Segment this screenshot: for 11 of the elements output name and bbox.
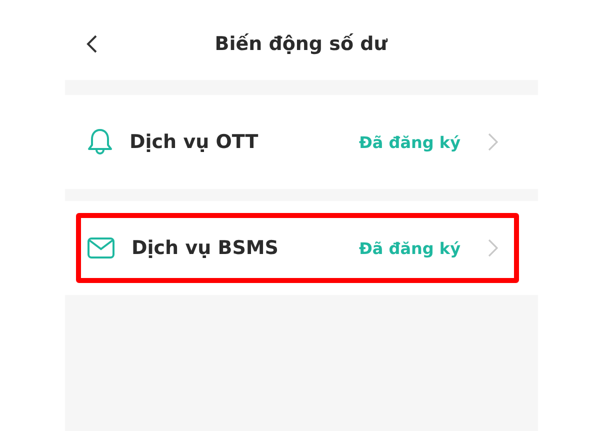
bell-icon xyxy=(86,128,112,156)
back-button[interactable] xyxy=(84,34,98,54)
page-title: Biến động số dư xyxy=(214,32,388,55)
service-label: Dịch vụ BSMS xyxy=(132,237,280,259)
status-text: Đã đăng ký xyxy=(358,238,460,258)
envelope-icon xyxy=(86,237,114,259)
chevron-icon xyxy=(488,239,498,257)
back-icon xyxy=(84,34,98,54)
chevron-icon xyxy=(488,133,498,151)
service-label: Dịch vụ OTT xyxy=(130,131,260,153)
status-text: Đã đăng ký xyxy=(358,132,460,152)
